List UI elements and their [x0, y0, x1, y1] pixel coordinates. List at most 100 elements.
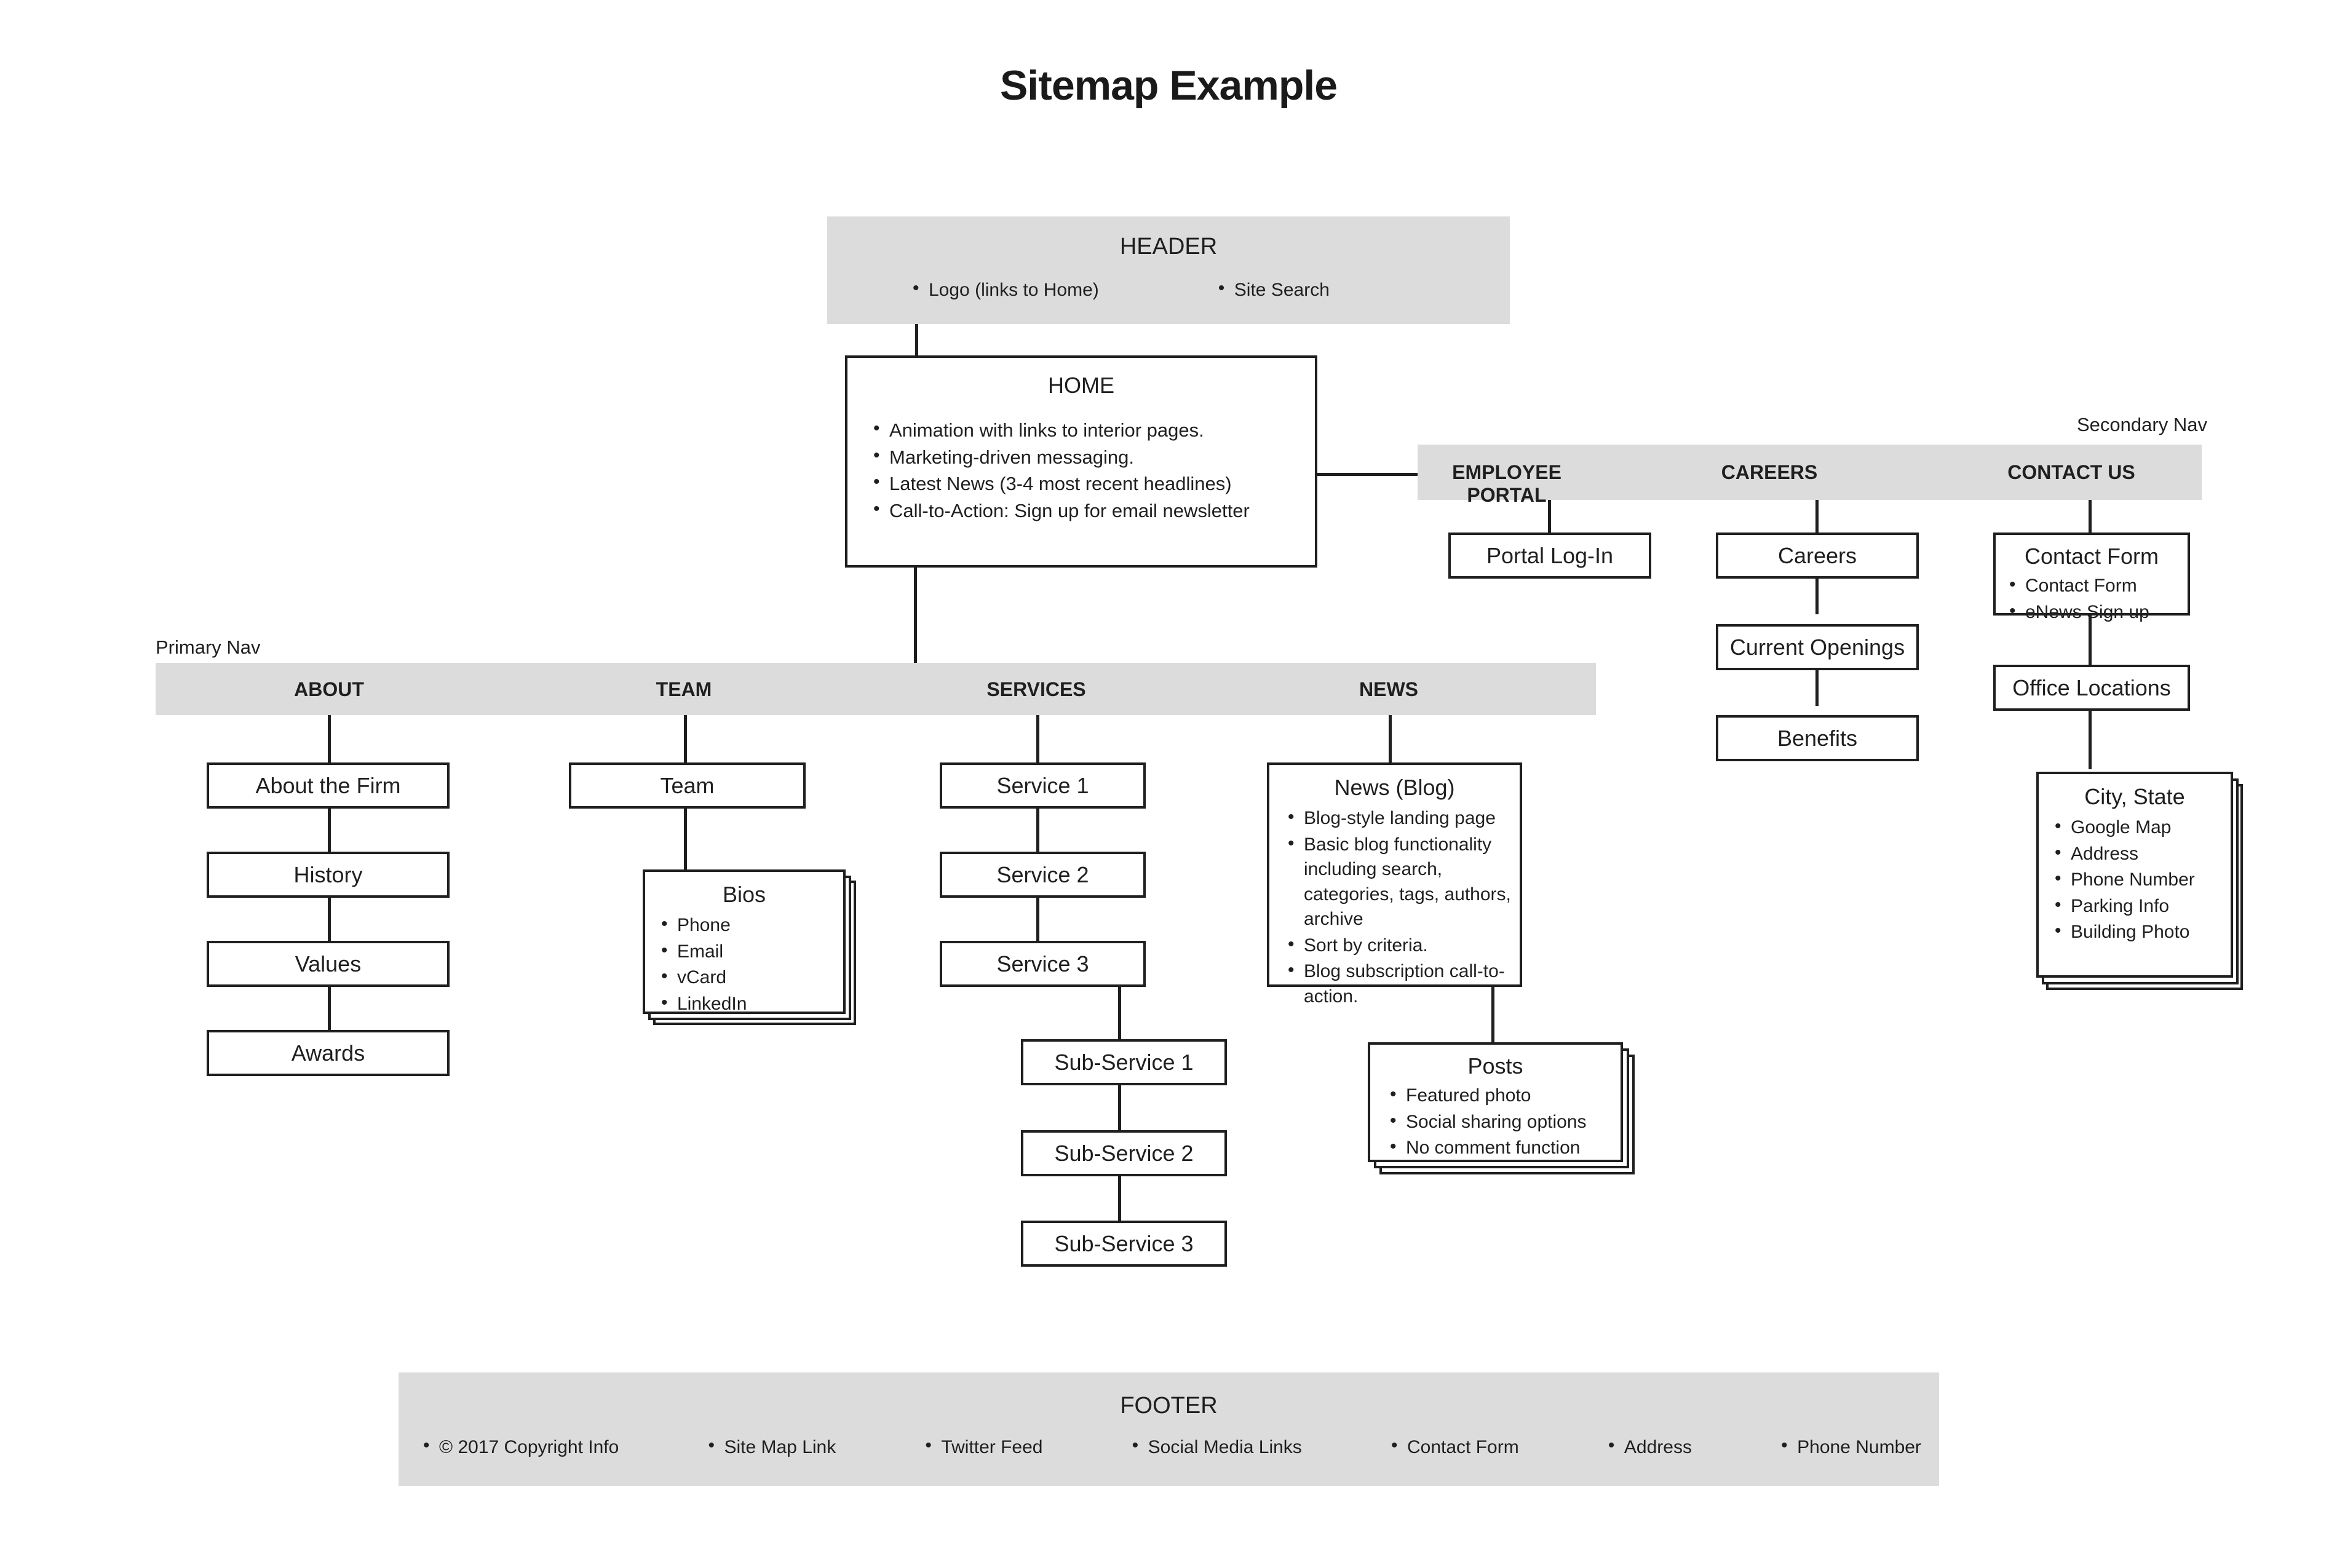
- header-item-site-search: Site Search: [1216, 278, 1330, 301]
- primary-nav-item-about[interactable]: ABOUT: [240, 678, 418, 701]
- connector-service2-service3: [1036, 898, 1039, 941]
- connector-home-secondary-nav: [1317, 473, 1418, 476]
- node-benefits[interactable]: Benefits: [1716, 715, 1919, 761]
- home-item-animation: Animation with links to interior pages.: [871, 416, 1315, 443]
- connector-values-awards: [328, 987, 331, 1030]
- header-band: [827, 216, 1510, 324]
- node-values[interactable]: Values: [207, 941, 450, 987]
- footer-item-social-media[interactable]: Social Media Links: [1130, 1435, 1302, 1458]
- secondary-nav-label: Secondary Nav: [2077, 414, 2207, 435]
- footer-item-site-map[interactable]: Site Map Link: [705, 1435, 836, 1458]
- node-service-2[interactable]: Service 2: [940, 852, 1146, 898]
- footer-item-contact-form[interactable]: Contact Form: [1389, 1435, 1519, 1458]
- node-sub-service-2[interactable]: Sub-Service 2: [1021, 1130, 1227, 1176]
- contact-form-list: Contact Form eNews Sign up: [2007, 572, 2188, 625]
- city-state-item-phone: Phone Number: [2052, 866, 2231, 893]
- header-band-title: HEADER: [1119, 234, 1218, 259]
- footer-bullets: © 2017 Copyright Info Site Map Link Twit…: [421, 1435, 1921, 1458]
- bios-list: Phone Email vCard LinkedIn: [659, 912, 843, 1017]
- node-careers[interactable]: Careers: [1716, 533, 1919, 579]
- primary-nav-item-news[interactable]: NEWS: [1299, 678, 1478, 701]
- footer-item-copyright: © 2017 Copyright Info: [421, 1435, 619, 1458]
- bios-item-vcard: vCard: [659, 964, 843, 991]
- node-team[interactable]: Team: [569, 762, 806, 809]
- connector-header-home: [915, 324, 918, 356]
- header-item-logo: Logo (links to Home): [910, 278, 1099, 301]
- posts-item-social-sharing: Social sharing options: [1387, 1109, 1621, 1135]
- news-blog-title: News (Blog): [1334, 775, 1455, 800]
- news-blog-list: Blog-style landing page Basic blog funct…: [1285, 805, 1520, 1009]
- connector-news-posts: [1491, 987, 1494, 1042]
- primary-nav-label: Primary Nav: [156, 636, 261, 658]
- city-state-list: Google Map Address Phone Number Parking …: [2052, 814, 2231, 945]
- node-bios[interactable]: Bios Phone Email vCard LinkedIn: [643, 869, 846, 1017]
- node-office-locations[interactable]: Office Locations: [1993, 665, 2190, 711]
- node-current-openings[interactable]: Current Openings: [1716, 624, 1919, 670]
- connector-news: [1389, 715, 1392, 762]
- connector-careers-openings: [1815, 579, 1819, 614]
- city-state-title: City, State: [2084, 784, 2185, 809]
- node-city-state[interactable]: City, State Google Map Address Phone Num…: [2036, 772, 2233, 978]
- header-bullets: Logo (links to Home) Site Search: [910, 278, 1445, 301]
- posts-item-featured-photo: Featured photo: [1387, 1082, 1621, 1109]
- home-box[interactable]: HOME Animation with links to interior pa…: [845, 355, 1317, 568]
- node-service-1[interactable]: Service 1: [940, 762, 1146, 809]
- news-item-subscription-cta: Blog subscription call-to-action.: [1285, 958, 1520, 1009]
- home-item-latest-news: Latest News (3-4 most recent headlines): [871, 470, 1315, 497]
- connector-employee-portal: [1548, 500, 1551, 533]
- node-about-the-firm[interactable]: About the Firm: [207, 762, 450, 809]
- connector-offices-citystate: [2089, 711, 2092, 769]
- footer-band-title: FOOTER: [1120, 1393, 1218, 1419]
- connector-team: [684, 715, 687, 762]
- node-portal-login[interactable]: Portal Log-In: [1448, 533, 1651, 579]
- node-service-3[interactable]: Service 3: [940, 941, 1146, 987]
- posts-title: Posts: [1467, 1053, 1523, 1079]
- city-state-item-address: Address: [2052, 841, 2231, 867]
- sitemap-canvas: Sitemap Example HEADER Logo (links to Ho…: [0, 0, 2337, 1568]
- connector-service1-service2: [1036, 809, 1039, 852]
- node-contact-form[interactable]: Contact Form Contact Form eNews Sign up: [1993, 533, 2190, 624]
- connector-services: [1036, 715, 1039, 762]
- news-item-landing-page: Blog-style landing page: [1285, 805, 1520, 831]
- secondary-nav-item-contact-us[interactable]: CONTACT US: [1982, 461, 2160, 484]
- news-item-blog-functionality: Basic blog functionality including searc…: [1285, 831, 1520, 932]
- node-news-blog[interactable]: News (Blog) Blog-style landing page Basi…: [1267, 762, 1522, 1007]
- node-history[interactable]: History: [207, 852, 450, 898]
- home-bullet-list: Animation with links to interior pages. …: [871, 416, 1315, 524]
- home-item-messaging: Marketing-driven messaging.: [871, 443, 1315, 470]
- contact-form-item-form: Contact Form: [2007, 572, 2188, 599]
- secondary-nav-item-careers[interactable]: CAREERS: [1680, 461, 1859, 484]
- city-state-item-parking: Parking Info: [2052, 893, 2231, 919]
- connector-careers: [1815, 500, 1819, 533]
- posts-list: Featured photo Social sharing options No…: [1387, 1082, 1621, 1161]
- home-item-cta: Call-to-Action: Sign up for email newsle…: [871, 497, 1315, 524]
- connector-contactform-offices: [2089, 616, 2092, 665]
- node-awards[interactable]: Awards: [207, 1030, 450, 1076]
- connector-contact-us: [2089, 500, 2092, 533]
- secondary-nav-item-employee-portal[interactable]: EMPLOYEE PORTAL: [1418, 461, 1596, 507]
- news-item-sort-by-criteria: Sort by criteria.: [1285, 932, 1520, 959]
- primary-nav-item-services[interactable]: SERVICES: [947, 678, 1125, 701]
- footer-item-address: Address: [1606, 1435, 1692, 1458]
- contact-form-title: Contact Form: [2024, 544, 2159, 569]
- node-sub-service-3[interactable]: Sub-Service 3: [1021, 1221, 1227, 1267]
- footer-band: [399, 1372, 1939, 1486]
- connector-openings-benefits: [1815, 670, 1819, 706]
- bios-item-email: Email: [659, 938, 843, 965]
- footer-item-twitter-feed[interactable]: Twitter Feed: [922, 1435, 1042, 1458]
- home-title: HOME: [1048, 373, 1114, 398]
- bios-item-linkedin: LinkedIn: [659, 991, 843, 1017]
- primary-nav-item-team[interactable]: TEAM: [595, 678, 773, 701]
- node-sub-service-1[interactable]: Sub-Service 1: [1021, 1039, 1227, 1085]
- node-posts[interactable]: Posts Featured photo Social sharing opti…: [1368, 1042, 1623, 1162]
- posts-item-no-comment: No comment function: [1387, 1134, 1621, 1161]
- connector-sub2-sub3: [1118, 1176, 1121, 1225]
- page-title: Sitemap Example: [999, 62, 1338, 109]
- connector-about-history: [328, 809, 331, 852]
- connector-sub1-sub2: [1118, 1085, 1121, 1134]
- contact-form-item-enews: eNews Sign up: [2007, 599, 2188, 625]
- city-state-item-building-photo: Building Photo: [2052, 919, 2231, 945]
- bios-item-phone: Phone: [659, 912, 843, 938]
- bios-title: Bios: [722, 882, 766, 907]
- connector-team-bios: [684, 809, 687, 870]
